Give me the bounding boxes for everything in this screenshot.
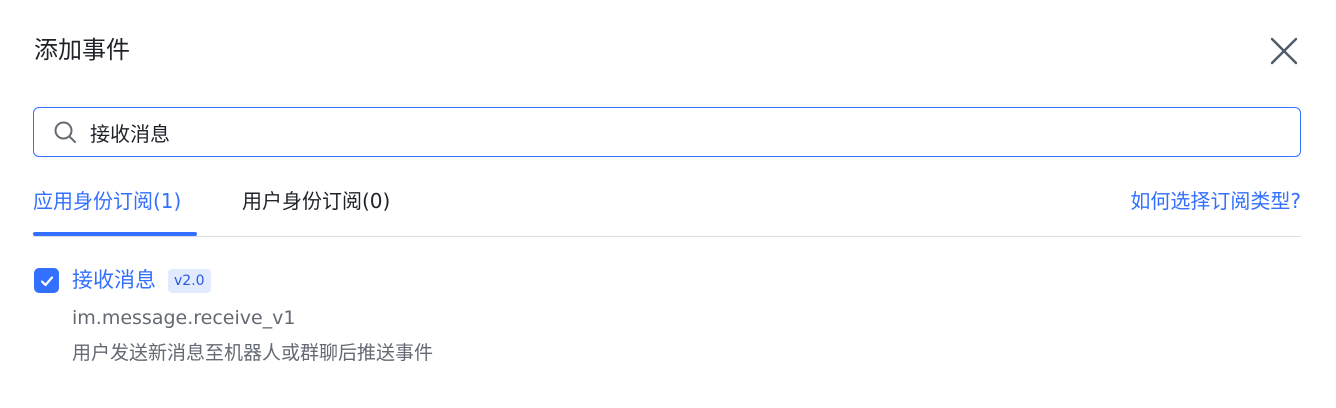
search-icon xyxy=(52,119,78,145)
close-icon xyxy=(1270,37,1298,65)
search-box[interactable] xyxy=(33,107,1301,157)
event-checkbox[interactable] xyxy=(34,268,59,293)
tab-user-identity[interactable]: 用户身份订阅(0) xyxy=(242,186,390,216)
subscription-tabs: 应用身份订阅(1) 用户身份订阅(0) 如何选择订阅类型? xyxy=(33,180,1301,237)
dialog-title: 添加事件 xyxy=(34,36,130,64)
event-description: 用户发送新消息至机器人或群聊后推送事件 xyxy=(72,342,434,364)
tab-app-identity[interactable]: 应用身份订阅(1) xyxy=(33,186,181,216)
event-name: 接收消息 xyxy=(72,268,156,292)
help-link[interactable]: 如何选择订阅类型? xyxy=(1130,186,1301,216)
active-tab-indicator xyxy=(33,232,197,236)
search-input[interactable] xyxy=(90,108,1300,156)
check-icon xyxy=(40,275,53,286)
version-badge: v2.0 xyxy=(168,269,211,293)
event-key: im.message.receive_v1 xyxy=(72,307,296,329)
close-button[interactable] xyxy=(1266,33,1302,69)
